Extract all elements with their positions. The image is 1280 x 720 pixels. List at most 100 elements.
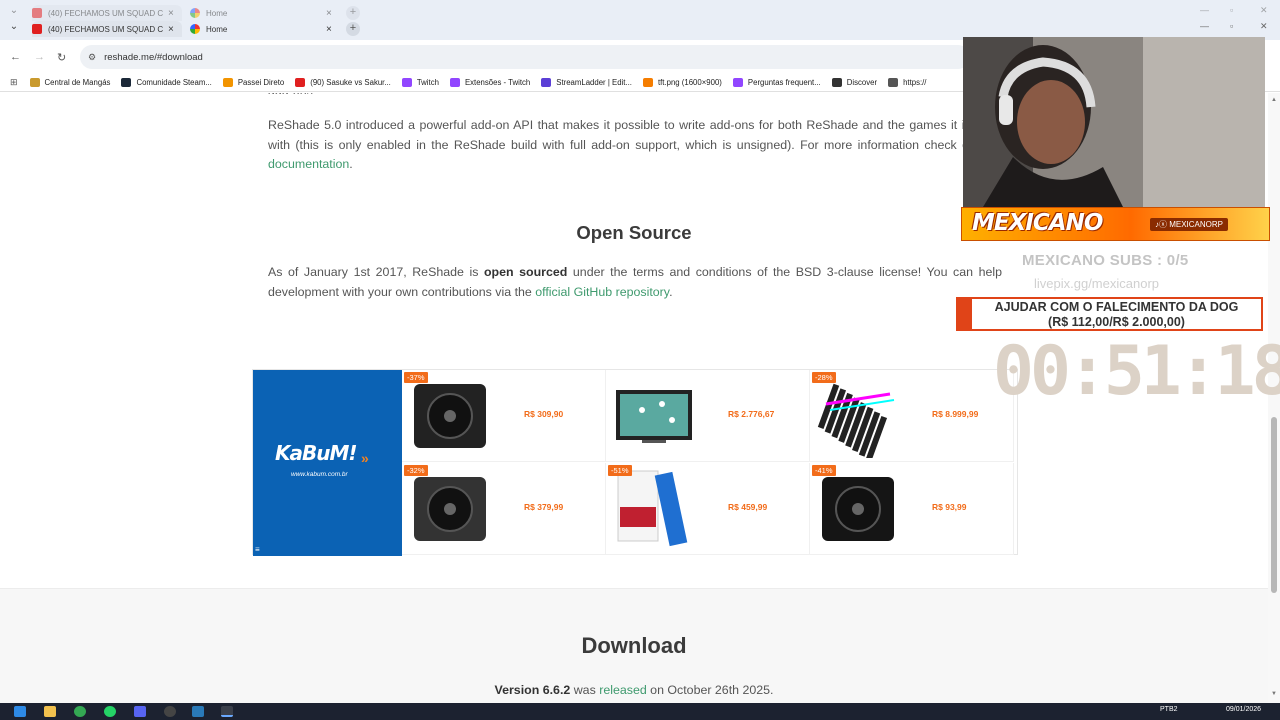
bookmark-item[interactable]: https://	[888, 78, 926, 87]
product-price: R$ 2.776,67	[728, 409, 775, 419]
discount-badge: -32%	[404, 465, 428, 476]
kabum-brand: KaBuM!	[275, 441, 357, 465]
bookmark-item[interactable]: Comunidade Steam...	[121, 78, 212, 87]
goal-title: AJUDAR COM O FALECIMENTO DA DOG	[994, 300, 1239, 314]
app-icon[interactable]	[192, 706, 204, 717]
clock-date[interactable]: 09/01/2026	[1226, 706, 1261, 713]
version-label: Version 6.6.2	[494, 683, 571, 697]
kabum-ad[interactable]: KaBuM! » www.kabum.com.br ≡ -37% R$ 309,9…	[252, 369, 1018, 556]
close-icon[interactable]: ×	[326, 24, 332, 35]
close-window-icon[interactable]: ✕	[1260, 5, 1268, 16]
bookmark-item[interactable]: Central de Mangás	[29, 78, 110, 87]
bookmark-item[interactable]: StreamLadder | Edit...	[541, 78, 632, 87]
site-info-icon[interactable]: ⚙	[88, 52, 96, 63]
discord-icon[interactable]	[134, 706, 146, 717]
bookmark-label: Extensões - Twitch	[464, 78, 531, 87]
github-link[interactable]: official GitHub repository	[535, 285, 669, 299]
obs-icon[interactable]	[164, 706, 176, 717]
ad-product[interactable]: -41% R$ 93,99	[810, 463, 1014, 555]
maximize-icon[interactable]: ▫	[1230, 5, 1233, 15]
tab-title: Home	[206, 8, 228, 18]
close-icon[interactable]: ×	[168, 8, 174, 19]
bookmark-label: Twitch	[416, 78, 439, 87]
forward-arrow-icon[interactable]: →	[34, 51, 45, 63]
tab-title: Home	[206, 24, 228, 34]
discount-badge: -41%	[812, 465, 836, 476]
file-explorer-icon[interactable]	[44, 706, 56, 717]
ad-choices-icon[interactable]: ≡	[255, 545, 260, 554]
ad-product[interactable]: -37% R$ 309,90	[402, 370, 606, 462]
ad-product[interactable]: -28% R$ 8.999,99	[810, 370, 1014, 462]
bookmark-item[interactable]: Twitch	[401, 78, 439, 87]
scroll-down-icon[interactable]: ▼	[1271, 691, 1277, 697]
version-tail: on October 26th 2025.	[646, 683, 774, 697]
ad-product[interactable]: -51% R$ 459,99	[606, 463, 810, 555]
maximize-icon[interactable]: ▫	[1230, 21, 1233, 31]
minimize-icon[interactable]: —	[1200, 5, 1209, 15]
whatsapp-icon[interactable]	[104, 706, 116, 717]
arrow-icon: »	[361, 450, 369, 466]
webcam-feed	[963, 37, 1265, 207]
close-icon[interactable]: ×	[168, 24, 174, 35]
minimize-icon[interactable]: —	[1200, 21, 1209, 31]
url-input[interactable]	[104, 51, 505, 63]
crown-icon	[29, 78, 40, 87]
os-text-1: As of January 1st 2017, ReShade is	[268, 265, 484, 279]
released-link[interactable]: released	[599, 683, 647, 697]
tab-row-ghost: ⌄ (40) FECHAMOS UM SQUAD C × Home × + — …	[0, 5, 1280, 21]
chrome-icon[interactable]	[74, 706, 86, 717]
bookmark-item[interactable]: tft.png (1600×900)	[642, 78, 722, 87]
close-window-icon[interactable]: ✕	[1260, 21, 1268, 32]
tab-title: (40) FECHAMOS UM SQUAD C	[48, 24, 164, 34]
back-arrow-icon[interactable]: ←	[10, 51, 21, 63]
bookmark-label: Comunidade Steam...	[136, 78, 212, 87]
tab-home-ghost[interactable]: Home ×	[190, 5, 340, 21]
bookmark-label: (90) Sasuke vs Sakur...	[310, 78, 391, 87]
ad-product[interactable]: -32% R$ 379,99	[402, 463, 606, 555]
bookmark-item[interactable]: Passei Direto	[222, 78, 284, 87]
bookmark-item[interactable]: Discover	[831, 78, 878, 87]
social-handle: ♪ⓧ MEXICANORP	[1150, 218, 1229, 231]
tab-row: ⌄ (40) FECHAMOS UM SQUAD C × Home × + — …	[0, 21, 1280, 37]
clipped-text-line: add-ons	[268, 93, 968, 94]
active-app-icon[interactable]	[221, 706, 233, 717]
bookmark-item[interactable]: Extensões - Twitch	[449, 78, 531, 87]
discount-badge: -51%	[608, 465, 632, 476]
tv-frame-icon	[612, 374, 696, 458]
reload-icon[interactable]: ↻	[57, 51, 66, 64]
os-tail: .	[669, 284, 673, 299]
scrollbar-thumb[interactable]	[1271, 417, 1277, 593]
documentation-link[interactable]: documentation	[268, 157, 349, 171]
kabum-logo[interactable]: KaBuM! » www.kabum.com.br ≡	[253, 370, 402, 556]
tab-youtube-ghost[interactable]: (40) FECHAMOS UM SQUAD C ×	[32, 5, 182, 21]
tab-home[interactable]: Home ×	[190, 21, 340, 37]
fan-pack-icon	[408, 374, 492, 458]
bookmark-label: Discover	[846, 78, 878, 87]
bookmark-item[interactable]: Perguntas frequent...	[732, 78, 821, 87]
address-bar[interactable]: ⚙	[80, 45, 970, 69]
bookmark-label: Perguntas frequent...	[747, 78, 821, 87]
bookmark-item[interactable]: (90) Sasuke vs Sakur...	[295, 78, 391, 87]
os-bold: open sourced	[483, 265, 568, 279]
globe-icon	[888, 78, 899, 87]
new-tab-button[interactable]: +	[346, 22, 360, 36]
tab-search-chevron-icon[interactable]: ⌄	[8, 21, 20, 32]
ryzen-box-icon	[408, 467, 492, 551]
version-line: Version 6.6.2 was released on October 26…	[0, 683, 1268, 697]
keyboard-language[interactable]: PTB2	[1160, 706, 1178, 713]
windows-start-icon[interactable]	[14, 706, 26, 717]
twitch-icon	[401, 78, 412, 87]
new-tab-button[interactable]: +	[346, 6, 360, 20]
tab-strip: ⌄ (40) FECHAMOS UM SQUAD C × Home × + — …	[0, 0, 1280, 40]
streamer-name: MEXICANO	[972, 210, 1103, 236]
subs-counter: MEXICANO SUBS : 0/5	[1022, 252, 1189, 269]
close-icon[interactable]: ×	[326, 8, 332, 19]
webcam-image	[963, 37, 1265, 207]
goal-progress: (R$ 112,00/R$ 2.000,00)	[1048, 315, 1185, 329]
ad-product[interactable]: R$ 2.776,67	[606, 370, 810, 462]
youtube-icon	[32, 8, 42, 18]
tab-search-chevron-icon[interactable]: ⌄	[8, 5, 20, 16]
scroll-up-icon[interactable]: ▲	[1271, 97, 1277, 103]
tab-youtube[interactable]: (40) FECHAMOS UM SQUAD C ×	[32, 21, 182, 37]
apps-grid-icon[interactable]: ⊞	[10, 77, 18, 88]
